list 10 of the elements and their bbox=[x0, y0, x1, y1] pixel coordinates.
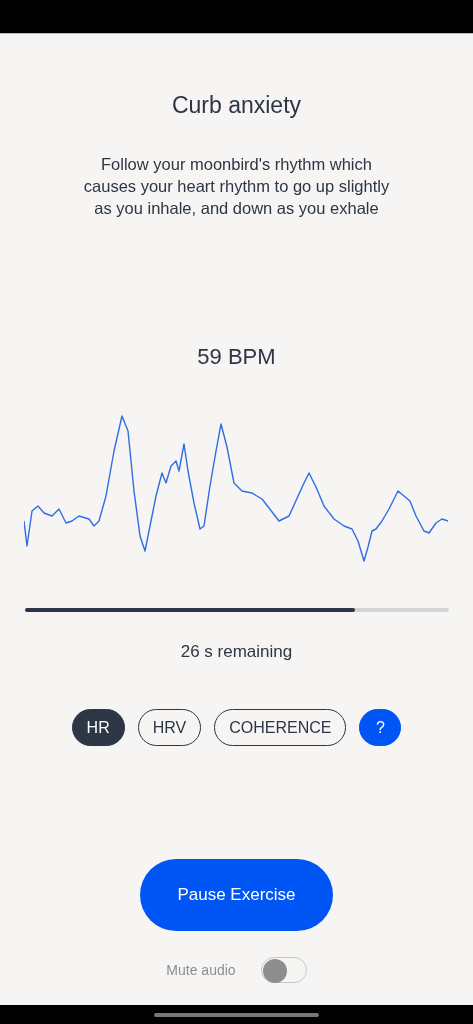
home-handle[interactable] bbox=[154, 1012, 319, 1017]
heart-rate-reading: 59 BPM bbox=[197, 343, 276, 371]
mute-audio-label: Mute audio bbox=[166, 962, 236, 978]
pause-exercise-button[interactable]: Pause Exercise bbox=[140, 859, 333, 931]
instruction-text: Follow your moonbird's rhythm which causes your heart rhythm to go up slightly as you inhale, and down as you exhale bbox=[82, 154, 391, 219]
help-button[interactable]: ? bbox=[359, 709, 402, 746]
screen-title: Curb anxiety bbox=[171, 91, 302, 120]
mute-toggle[interactable] bbox=[260, 957, 307, 983]
metric-tab[interactable]: HR bbox=[71, 709, 125, 746]
time-remaining: 26 s remaining bbox=[180, 641, 293, 663]
